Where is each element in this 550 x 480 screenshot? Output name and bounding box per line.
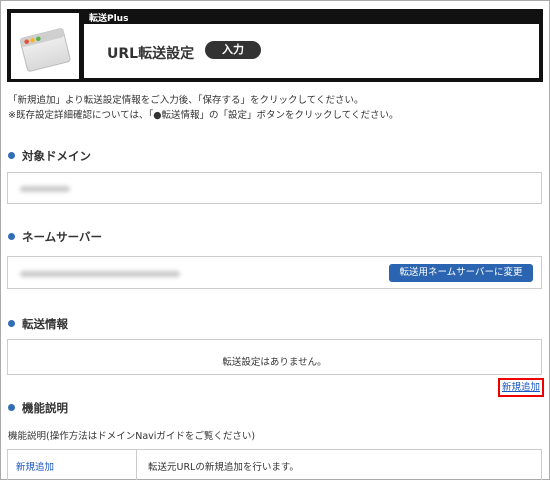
function-table: 新規追加 転送元URLの新規追加を行います。 [7, 449, 542, 480]
redacted-domain [20, 186, 70, 192]
add-new-link[interactable]: 新規追加 [498, 378, 544, 397]
instruction-line-1: 「新規追加」より転送設定情報をご入力後、「保存する」をクリックしてください。 [8, 95, 364, 106]
redacted-nameservers [20, 271, 180, 277]
change-nameserver-button[interactable]: 転送用ネームサーバーに変更 [389, 264, 533, 282]
app-header: 転送Plus URL転送設定 入力 [7, 9, 543, 82]
nameserver-box: 転送用ネームサーバーに変更 [7, 256, 542, 289]
browser-window-icon [11, 13, 79, 79]
page-title: URL転送設定 [107, 46, 195, 62]
function-description: 転送元URLの新規追加を行います。 [148, 462, 299, 473]
section-title-nameserver: ネームサーバー [8, 229, 102, 245]
bullet-icon [8, 152, 15, 159]
bullet-icon [8, 233, 15, 240]
section-title-transfer: 転送情報 [8, 316, 68, 332]
bullet-icon [8, 320, 15, 327]
instruction-line-2: ※既存設定詳細確認については、「●転送情報」の「設定」ボタンをクリックしてくださ… [8, 110, 399, 121]
section-title-function: 機能説明 [8, 400, 68, 416]
domain-box [7, 172, 542, 204]
section-title-domain: 対象ドメイン [8, 148, 91, 164]
empty-transfer-message: 転送設定はありません。 [222, 357, 327, 368]
function-name-link[interactable]: 新規追加 [8, 450, 137, 480]
bullet-icon [8, 404, 15, 411]
function-caption: 機能説明(操作方法はドメインNaviガイドをご覧ください) [8, 431, 256, 442]
transfer-info-box: 転送設定はありません。 [7, 339, 542, 375]
brand-label: 転送Plus [89, 14, 129, 24]
title-panel: URL転送設定 入力 [84, 24, 539, 78]
step-badge: 入力 [205, 41, 261, 59]
